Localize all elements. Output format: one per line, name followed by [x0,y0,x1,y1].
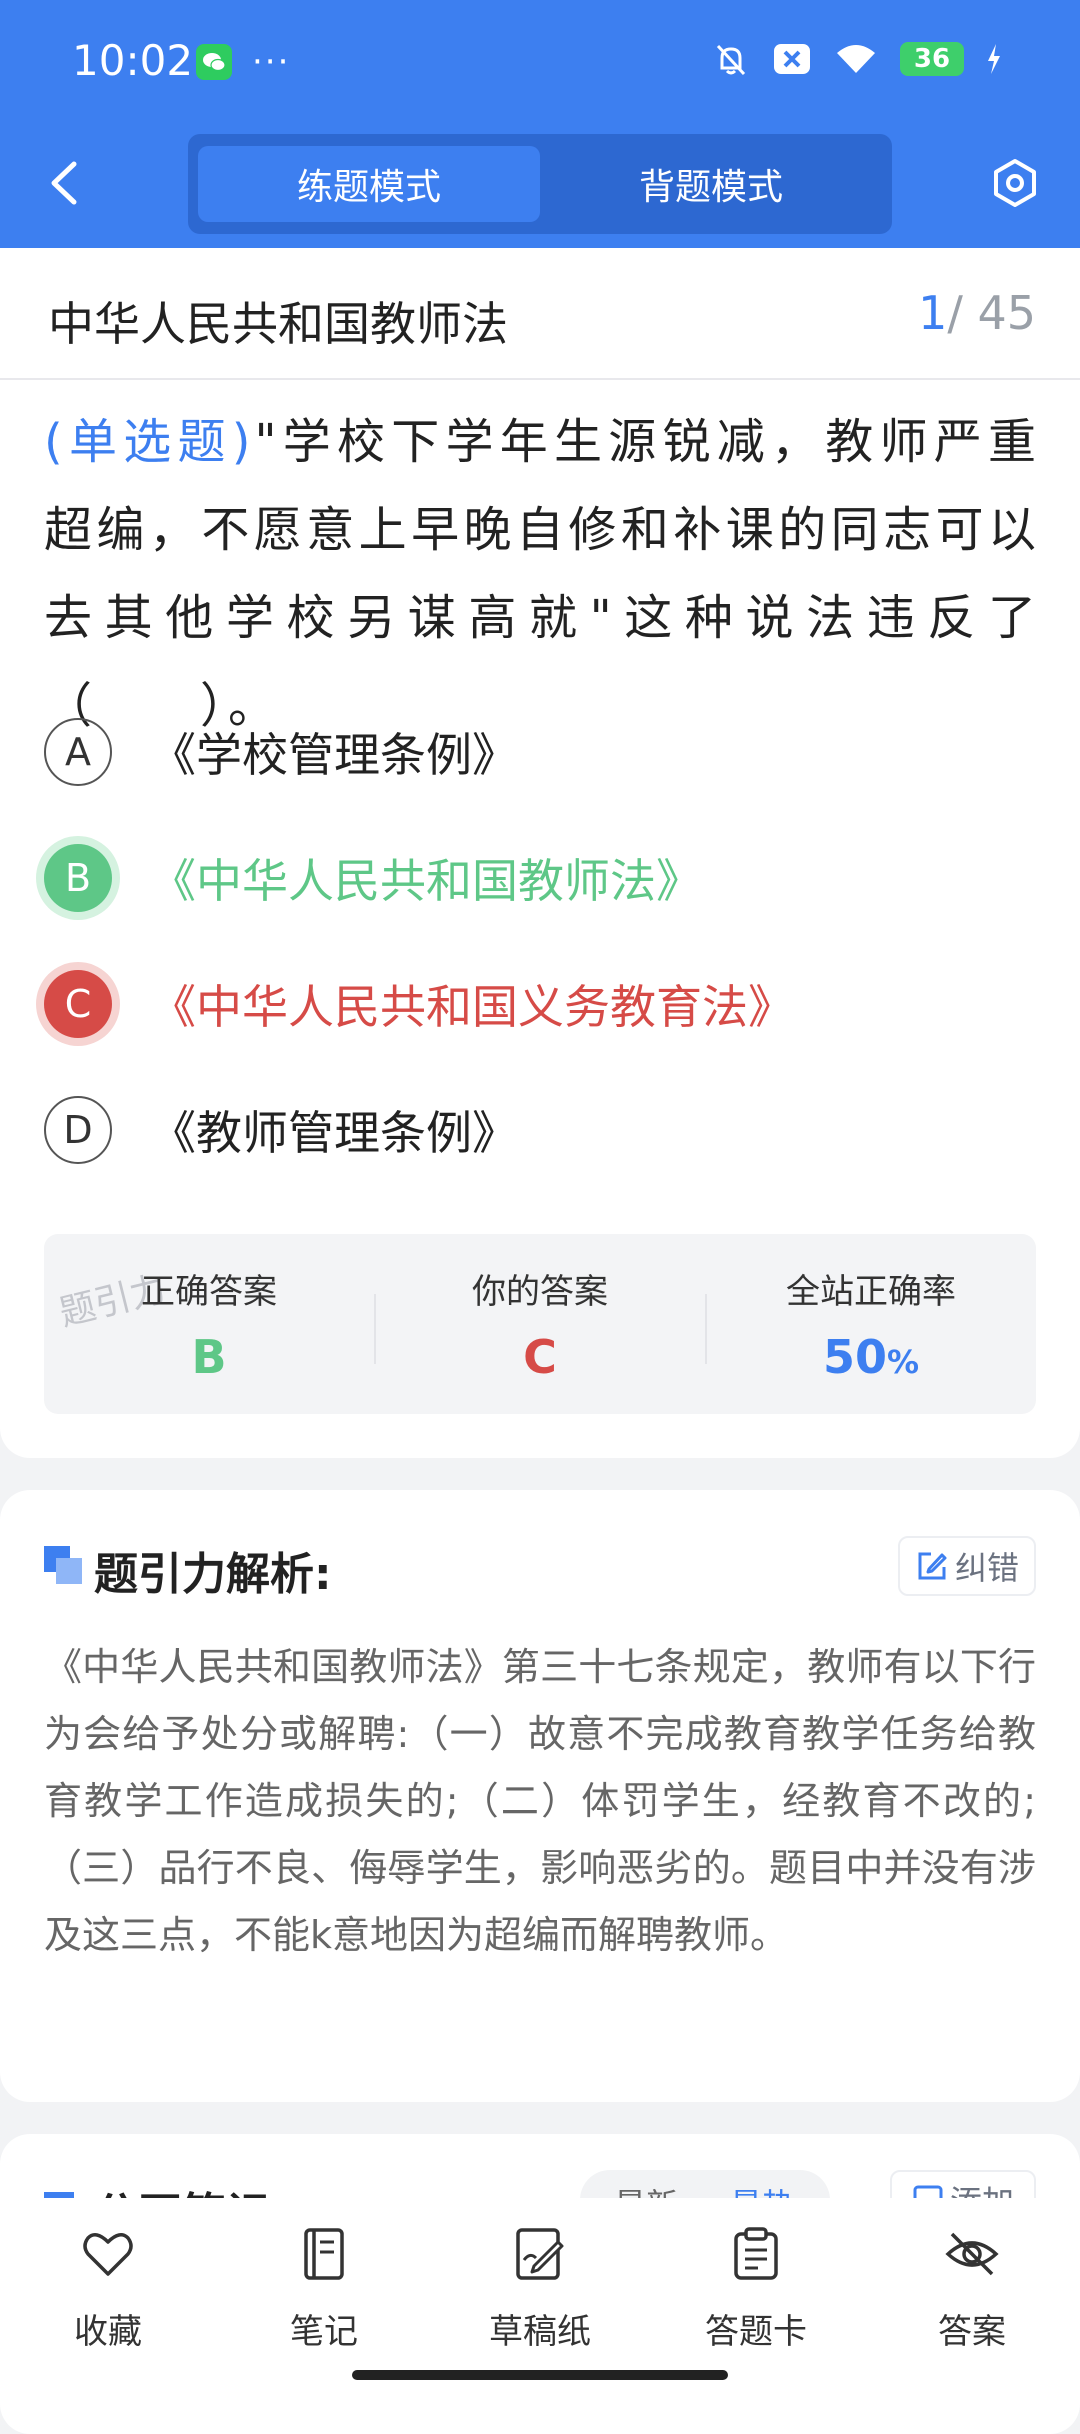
question-text: (单选题)"学校下学年生源锐减，教师严重超编，不愿意上早晚自修和补课的同志可以去… [44,398,1040,750]
accuracy-value: 50% [706,1330,1036,1384]
tab-answer[interactable]: 答案 [864,2226,1080,2366]
notebook-icon [304,2228,344,2280]
wechat-icon [196,44,232,80]
analysis-title: 题引力解析: [94,1549,332,1600]
total-questions: / 45 [947,286,1036,340]
question-counter: 1/ 45 [918,286,1036,340]
back-button[interactable] [44,158,84,208]
mute-bell-icon [716,44,746,76]
analysis-icon [44,1546,82,1584]
tab-label: 笔记 [290,2312,358,2352]
current-question-number: 1 [918,286,948,340]
tab-label: 答题卡 [705,2312,807,2352]
chapter-title: 中华人民共和国教师法 [48,297,508,351]
correct-answer-label: 正确答案 [141,1272,277,1312]
tab-draft[interactable]: 草稿纸 [432,2226,648,2366]
option-text: 《中华人民共和国教师法》 [150,854,702,908]
tab-favorite[interactable]: 收藏 [0,2226,216,2366]
accuracy-unit: % [886,1343,920,1381]
eye-off-icon [945,2232,999,2276]
mode-switch: 练题模式 背题模式 [188,134,892,234]
your-answer-label: 你的答案 [472,1272,608,1312]
tab-label: 草稿纸 [489,2312,591,2352]
heart-icon [83,2233,133,2276]
correct-answer-value: B [191,1330,227,1384]
option-text: 《中华人民共和国义务教育法》 [150,980,794,1034]
accuracy-number: 50 [822,1330,887,1384]
option-letter: D [44,1096,112,1164]
top-header: 10:02 ··· 36 练题模式 背题模式 [0,0,1080,248]
draft-icon [516,2228,564,2280]
option-a[interactable]: A 《学校管理条例》 [44,712,1044,792]
more-notifications-icon: ··· [252,42,291,82]
option-text: 《教师管理条例》 [150,1106,518,1160]
answer-summary: 题引力 正确答案 B 你的答案 C 全站正确率 50% [44,1234,1036,1414]
option-text: 《学校管理条例》 [150,728,518,782]
your-answer-value: C [523,1330,557,1384]
your-answer-block: 你的答案 C [375,1234,705,1414]
accuracy-block: 全站正确率 50% [706,1234,1036,1414]
home-indicator[interactable] [352,2370,728,2380]
tab-practice-mode[interactable]: 练题模式 [198,146,540,222]
wifi-icon [837,45,875,73]
clipboard-icon [734,2227,778,2280]
correct-answer-block: 正确答案 B [44,1234,374,1414]
question-type: (单选题) [44,414,255,470]
battery-icon: 36 [900,42,964,76]
option-d[interactable]: D 《教师管理条例》 [44,1090,1044,1170]
report-error-button[interactable]: 纠错 [898,1536,1036,1596]
status-time: 10:02 [72,36,194,85]
battery-level: 36 [913,44,951,74]
option-letter: B [44,844,112,912]
accuracy-label: 全站正确率 [786,1272,956,1312]
status-system-icons: 36 [712,40,1002,78]
tab-label: 答案 [938,2312,1006,2352]
question-card: 中华人民共和国教师法 1/ 45 (单选题)"学校下学年生源锐减，教师严重超编，… [0,248,1080,1458]
option-c[interactable]: C 《中华人民共和国义务教育法》 [44,964,1044,1044]
analysis-text: 《中华人民共和国教师法》第三十七条规定，教师有以下行为会给予处分或解聘:（一）故… [44,1645,1036,1957]
status-notification-icons: ··· [196,44,290,80]
charging-icon [988,44,1000,74]
option-letter: A [44,718,112,786]
option-b[interactable]: B 《中华人民共和国教师法》 [44,838,1044,918]
tab-notes[interactable]: 笔记 [216,2226,432,2366]
no-sim-icon [774,44,810,74]
edit-icon [918,1552,947,1580]
option-letter: C [44,970,112,1038]
tab-recite-mode[interactable]: 背题模式 [540,146,882,222]
analysis-card: 题引力解析: 纠错 《中华人民共和国教师法》第三十七条规定，教师有以下行为会给予… [0,1490,1080,2102]
tab-answer-sheet[interactable]: 答题卡 [648,2226,864,2366]
settings-button[interactable] [990,158,1040,208]
report-error-label: 纠错 [954,1549,1019,1587]
tab-label: 收藏 [74,2312,142,2352]
divider [0,378,1080,380]
